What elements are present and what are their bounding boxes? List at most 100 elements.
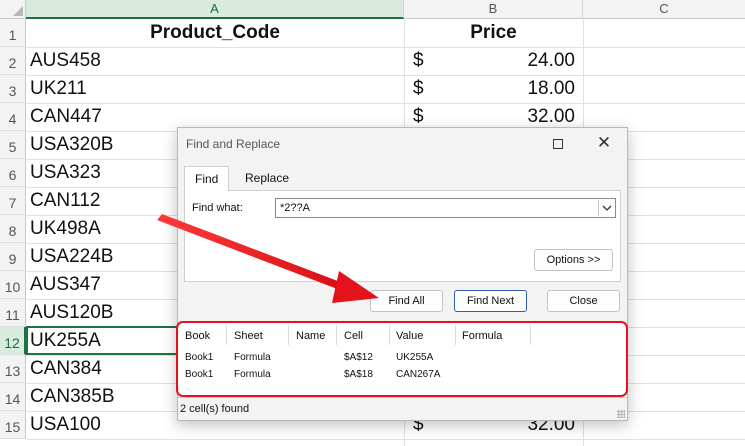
gridline [26, 439, 745, 440]
result-value: UK255A [396, 352, 434, 363]
row-number: 11 [5, 307, 20, 323]
tab-replace[interactable]: Replace [235, 166, 299, 190]
row-number: 8 [8, 223, 17, 239]
row-number: 1 [8, 27, 17, 43]
close-icon: ✕ [596, 133, 612, 152]
row-number: 7 [8, 195, 17, 211]
cell-product-code[interactable]: AUS347 [30, 271, 101, 299]
maximize-icon [553, 138, 563, 149]
result-row[interactable]: Book1 Formula $A$12 UK255A [178, 352, 618, 366]
row-number: 6 [8, 167, 17, 183]
cell-price[interactable]: 18.00 [440, 75, 575, 103]
cell-currency-symbol: $ [413, 50, 424, 71]
row-header-6[interactable]: 6 [0, 159, 26, 187]
find-history-dropdown[interactable] [598, 200, 614, 216]
find-panel: Find what: *2??A Options >> [184, 190, 621, 282]
close-window-button[interactable]: ✕ [591, 132, 617, 154]
results-header-divider[interactable] [226, 325, 227, 345]
row-header-14[interactable]: 14 [0, 383, 26, 411]
gridline [26, 103, 745, 104]
column-header-a[interactable]: A [26, 0, 404, 19]
results-header-divider[interactable] [389, 325, 390, 345]
find-all-button[interactable]: Find All [370, 290, 443, 312]
cell-product-code[interactable]: CAN384 [30, 355, 102, 383]
gridline [26, 75, 745, 76]
result-book: Book1 [185, 352, 214, 363]
results-header-name[interactable]: Name [296, 330, 325, 342]
tab-find[interactable]: Find [184, 166, 230, 191]
results-header-formula[interactable]: Formula [462, 330, 502, 342]
screen: A B C 1 2 3 4 5 6 7 8 9 10 11 12 13 14 15 Product_Code… [0, 0, 745, 446]
cell-product-code[interactable]: AUS458 [30, 47, 101, 75]
cell-header-product-code[interactable]: Product_Code [26, 19, 404, 47]
row-header-10[interactable]: 10 [0, 271, 26, 299]
row-number: 15 [4, 419, 21, 435]
find-next-button[interactable]: Find Next [454, 290, 527, 312]
result-sheet: Formula [234, 352, 271, 363]
find-replace-dialog: Find and Replace ✕ Find Replace Find wha… [177, 127, 628, 421]
column-header-c[interactable]: C [583, 0, 745, 19]
find-what-label: Find what: [192, 202, 243, 214]
results-header-cell[interactable]: Cell [344, 330, 363, 342]
row-number: 4 [8, 111, 17, 127]
row-header-2[interactable]: 2 [0, 47, 26, 75]
cell-product-code[interactable]: USA224B [30, 243, 113, 271]
results-header-value[interactable]: Value [396, 330, 423, 342]
row-header-5[interactable]: 5 [0, 131, 26, 159]
tab-replace-label: Replace [245, 171, 290, 185]
select-all-triangle-icon[interactable] [0, 0, 26, 19]
row-number: 12 [4, 335, 20, 351]
find-what-input[interactable]: *2??A [275, 198, 616, 218]
row-header-8[interactable]: 8 [0, 215, 26, 243]
result-book: Book1 [185, 369, 214, 380]
row-header-7[interactable]: 7 [0, 187, 26, 215]
cell-product-code[interactable]: AUS120B [30, 299, 113, 327]
tab-find-label: Find [195, 172, 219, 186]
row-header-9[interactable]: 9 [0, 243, 26, 271]
cell-product-code[interactable]: USA100 [30, 411, 101, 439]
row-number: 3 [8, 83, 17, 99]
cell-product-code[interactable]: USA320B [30, 131, 113, 159]
column-header-b[interactable]: B [404, 0, 583, 19]
gridline [26, 47, 745, 48]
result-row[interactable]: Book1 Formula $A$18 CAN267A [178, 369, 618, 383]
cell-product-code[interactable]: CAN112 [30, 187, 100, 215]
maximize-button[interactable] [545, 132, 571, 154]
results-header-divider[interactable] [336, 325, 337, 345]
row-header-3[interactable]: 3 [0, 75, 26, 103]
cell-product-code[interactable]: UK211 [30, 75, 87, 103]
results-header-divider[interactable] [288, 325, 289, 345]
row-header-12[interactable]: 12 [0, 327, 26, 355]
row-header-4[interactable]: 4 [0, 103, 26, 131]
row-header-11[interactable]: 11 [0, 299, 26, 327]
result-sheet: Formula [234, 369, 271, 380]
results-header-book[interactable]: Book [185, 330, 210, 342]
cell-currency-symbol: $ [413, 78, 424, 99]
results-header-sheet[interactable]: Sheet [234, 330, 263, 342]
result-cell: $A$12 [344, 352, 373, 363]
close-button[interactable]: Close [547, 290, 620, 312]
find-what-value: *2??A [280, 202, 310, 214]
cell-price[interactable]: 24.00 [440, 47, 575, 75]
resize-grip-icon[interactable] [617, 410, 625, 418]
row-header-15[interactable]: 15 [0, 411, 26, 439]
result-cell: $A$18 [344, 369, 373, 380]
row-header-1[interactable]: 1 [0, 19, 26, 47]
dialog-title: Find and Replace [186, 137, 281, 151]
row-header-13[interactable]: 13 [0, 355, 26, 383]
cell-product-code[interactable]: UK255A [30, 327, 101, 355]
results-list[interactable]: Book Sheet Name Cell Value Formula Book1… [178, 322, 627, 398]
results-header-divider[interactable] [455, 325, 456, 345]
row-number: 13 [4, 363, 21, 379]
row-number: 10 [4, 279, 21, 295]
options-button[interactable]: Options >> [534, 249, 613, 271]
results-header-divider[interactable] [530, 325, 531, 345]
cell-product-code[interactable]: CAN447 [30, 103, 102, 131]
status-text: 2 cell(s) found [180, 403, 250, 415]
result-value: CAN267A [396, 369, 441, 380]
cell-product-code[interactable]: UK498A [30, 215, 101, 243]
row-number: 14 [4, 391, 21, 407]
cell-product-code[interactable]: CAN385B [30, 383, 115, 411]
cell-product-code[interactable]: USA323 [30, 159, 101, 187]
cell-header-price[interactable]: Price [404, 19, 583, 47]
